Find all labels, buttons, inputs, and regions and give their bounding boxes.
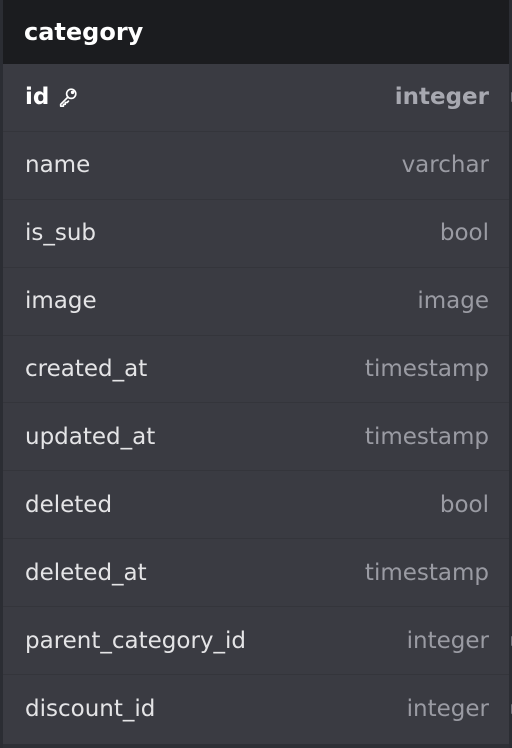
key-icon — [60, 88, 77, 108]
field-type: timestamp — [364, 423, 489, 450]
field-type: varchar — [401, 152, 489, 179]
field-row-created-at[interactable]: created_at timestamp — [3, 336, 509, 404]
field-row-is-sub[interactable]: is_sub bool — [3, 200, 509, 268]
field-row-parent-category-id[interactable]: parent_category_id integer — [3, 607, 512, 676]
field-row-image[interactable]: image image — [3, 268, 509, 336]
field-type: integer — [406, 627, 489, 654]
field-name: image — [25, 288, 97, 315]
field-type: bool — [439, 491, 489, 518]
table-card-category[interactable]: category id integer name varchar is_sub … — [3, 0, 512, 748]
table-title: category — [24, 18, 144, 46]
field-type: integer — [406, 695, 489, 722]
field-name: deleted_at — [25, 559, 147, 586]
field-row-discount-id[interactable]: discount_id integer — [3, 675, 512, 743]
field-name: created_at — [25, 356, 148, 382]
field-name: id — [25, 84, 50, 111]
field-row-deleted-at[interactable]: deleted_at timestamp — [3, 539, 509, 608]
field-type: bool — [439, 220, 489, 247]
field-name: discount_id — [25, 695, 156, 722]
field-type: image — [417, 288, 489, 315]
table-header[interactable]: category — [3, 0, 509, 64]
field-type: timestamp — [364, 356, 489, 382]
field-name: is_sub — [25, 220, 97, 247]
field-name: updated_at — [25, 423, 156, 450]
field-name: name — [25, 152, 91, 179]
field-row-name[interactable]: name varchar — [3, 132, 509, 200]
field-row-deleted[interactable]: deleted bool — [3, 471, 509, 540]
field-row-updated-at[interactable]: updated_at timestamp — [3, 403, 509, 472]
field-name: parent_category_id — [25, 627, 247, 654]
field-type: integer — [394, 84, 489, 111]
field-name: deleted — [25, 491, 113, 518]
field-type: timestamp — [364, 559, 489, 586]
field-row-id[interactable]: id integer — [3, 64, 512, 132]
field-list: id integer name varchar is_sub bool imag… — [3, 64, 512, 743]
